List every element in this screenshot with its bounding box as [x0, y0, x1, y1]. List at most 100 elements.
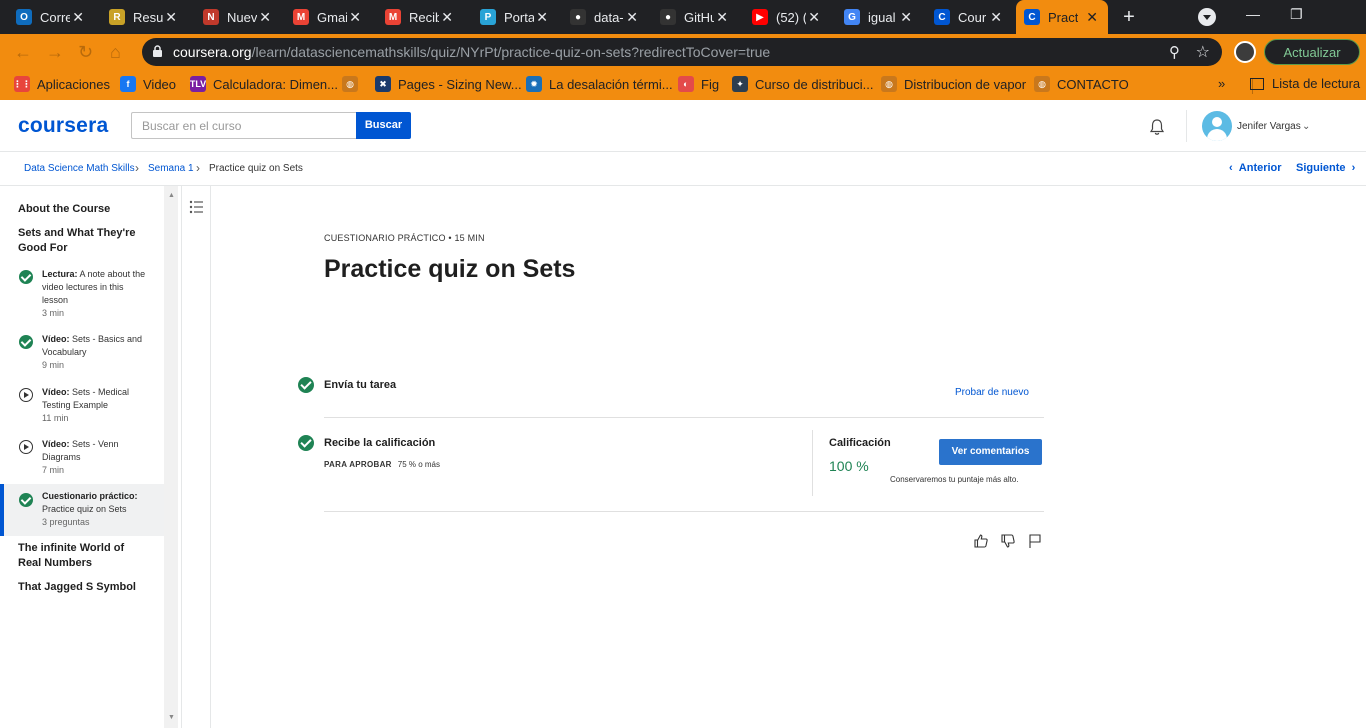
sidebar-scrollbar[interactable]: ▲ ▼: [164, 186, 178, 728]
retry-link[interactable]: Probar de nuevo: [955, 387, 1029, 398]
url-text: coursera.org/learn/datasciencemathskills…: [173, 44, 771, 60]
reload-icon[interactable]: ↻: [78, 42, 93, 63]
scroll-up-icon[interactable]: ▲: [168, 192, 175, 199]
bookmark-item[interactable]: ✦ Curso de distribuci...: [732, 76, 874, 92]
page-scrollbar[interactable]: [1352, 186, 1366, 728]
breadcrumb-week[interactable]: Semana 1: [148, 163, 194, 174]
bookmark-label: Pages - Sizing New...: [398, 76, 522, 92]
sidebar-item-video-venn[interactable]: Vídeo: Sets - Venn Diagrams 7 min: [0, 438, 164, 478]
browser-tab[interactable]: C Practi ✕: [1016, 0, 1108, 34]
sidebar-section-sets[interactable]: Sets and What They're Good For: [18, 226, 148, 256]
user-name[interactable]: Jenifer Vargas: [1237, 121, 1301, 132]
browser-tab[interactable]: M Recib ✕: [377, 0, 463, 34]
browser-tab-strip: O Corre ✕ R Resu ✕ N Nuev ✕ M Gmai ✕ M Recib ✕ P Porta ✕ ●…: [0, 0, 1366, 34]
item-kicker: CUESTIONARIO PRÁCTICO • 15 MIN: [324, 233, 485, 243]
close-tab-icon[interactable]: ✕: [1086, 9, 1098, 26]
user-avatar[interactable]: [1202, 111, 1232, 141]
close-tab-icon[interactable]: ✕: [716, 9, 728, 26]
grade-label: Calificación: [829, 437, 891, 449]
sidebar-item-video-basics[interactable]: Vídeo: Sets - Basics and Vocabulary 9 min: [0, 333, 164, 373]
flag-icon[interactable]: [1027, 533, 1043, 549]
sidebar-item-reading[interactable]: Lectura: A note about the video lectures…: [0, 268, 164, 320]
apps-grid-icon: ⋮⋮: [13, 76, 31, 92]
bookmark-label: Video: [143, 76, 177, 92]
sidebar-item-video-medical[interactable]: Vídeo: Sets - Medical Testing Example 11 …: [0, 386, 164, 426]
browser-tab[interactable]: M Gmai ✕: [285, 0, 371, 34]
close-tab-icon[interactable]: ✕: [900, 9, 912, 26]
coursera-logo[interactable]: coursera: [18, 114, 108, 138]
chevron-down-icon[interactable]: ⌄: [1302, 121, 1310, 132]
browser-tab[interactable]: P Porta ✕: [472, 0, 558, 34]
close-tab-icon[interactable]: ✕: [165, 9, 177, 26]
view-feedback-button[interactable]: Ver comentarios: [939, 439, 1042, 465]
notifications-bell-icon[interactable]: [1148, 118, 1166, 136]
bookmark-item[interactable]: ◐ Fig: [678, 76, 719, 92]
next-item-link[interactable]: Siguiente ›: [1296, 162, 1355, 174]
list-outline-icon[interactable]: [186, 196, 208, 218]
back-arrow-icon[interactable]: ←: [14, 42, 32, 63]
close-tab-icon[interactable]: ✕: [259, 9, 271, 26]
update-button[interactable]: Actualizar: [1264, 39, 1360, 65]
grade-value: 100 %: [829, 458, 869, 474]
bookmark-item[interactable]: TLV Calculadora: Dimen...: [190, 76, 338, 92]
course-icon: ✦: [732, 76, 748, 92]
restore-icon[interactable]: ❐: [1290, 6, 1303, 23]
bookmarks-overflow-button[interactable]: »: [1218, 76, 1225, 91]
browser-tab[interactable]: R Resu ✕: [101, 0, 187, 34]
reading-list-button[interactable]: Lista de lectura: [1250, 76, 1360, 91]
tab-label: Practi: [1048, 9, 1078, 25]
tab-search-button[interactable]: [1198, 8, 1216, 26]
bookmark-star-icon[interactable]: ☆: [1196, 42, 1210, 62]
course-search-input[interactable]: [131, 112, 357, 139]
close-tab-icon[interactable]: ✕: [441, 9, 453, 26]
breadcrumb: Data Science Math Skills › Semana 1 › Pr…: [0, 152, 1366, 186]
thumbs-up-icon[interactable]: [973, 533, 989, 549]
bookmark-item[interactable]: ✖ Pages - Sizing New...: [375, 76, 522, 92]
close-tab-icon[interactable]: ✕: [808, 9, 820, 26]
bookmark-item[interactable]: ◍: [342, 76, 365, 92]
previous-item-link[interactable]: ‹ Anterior: [1229, 162, 1282, 174]
breadcrumb-course[interactable]: Data Science Math Skills: [24, 163, 135, 174]
address-bar[interactable]: coursera.org/learn/datasciencemathskills…: [142, 38, 1222, 66]
sidebar-section-real-numbers[interactable]: The infinite World of Real Numbers: [18, 541, 148, 571]
forward-arrow-icon[interactable]: →: [46, 42, 64, 63]
browser-tab[interactable]: ▶ (52) (✕: [744, 0, 830, 34]
reading-list-icon: [1250, 77, 1264, 90]
browser-tab[interactable]: ● data- ✕: [562, 0, 648, 34]
close-tab-icon[interactable]: ✕: [626, 9, 638, 26]
browser-tab[interactable]: Gigual ✕: [836, 0, 922, 34]
bookmark-label: Aplicaciones: [37, 76, 110, 92]
close-tab-icon[interactable]: ✕: [72, 9, 84, 26]
browser-profile-avatar[interactable]: [1234, 41, 1256, 63]
bookmark-item[interactable]: ✹ La desalación térmi...: [526, 76, 673, 92]
gmail-icon: M: [385, 9, 401, 25]
minimize-icon[interactable]: —: [1246, 6, 1260, 22]
new-tab-button[interactable]: +: [1118, 6, 1140, 28]
tab-label: Recib: [409, 9, 439, 25]
home-icon[interactable]: ⌂: [110, 42, 121, 63]
fig-icon: ◐: [678, 76, 694, 92]
browser-tab[interactable]: ● GitHu ✕: [652, 0, 738, 34]
scroll-down-icon[interactable]: ▼: [168, 714, 175, 721]
sidebar-section-about[interactable]: About the Course: [18, 202, 148, 217]
header-divider: [1186, 110, 1187, 142]
close-tab-icon[interactable]: ✕: [349, 9, 361, 26]
close-tab-icon[interactable]: ✕: [990, 9, 1002, 26]
sidebar-item-practice-quiz[interactable]: Cuestionario práctico: Practice quiz on S…: [0, 484, 164, 536]
close-tab-icon[interactable]: ✕: [536, 9, 548, 26]
sidebar-section-jagged-s[interactable]: That Jagged S Symbol: [18, 580, 148, 595]
bookmark-item[interactable]: f Video: [120, 76, 176, 92]
bookmark-label: Calculadora: Dimen...: [213, 76, 338, 92]
search-button[interactable]: Buscar: [356, 112, 411, 139]
browser-tab[interactable]: O Corre ✕: [8, 0, 94, 34]
pages-icon: ✖: [375, 76, 391, 92]
thumbs-down-icon[interactable]: [1000, 533, 1016, 549]
zoom-icon[interactable]: ⚲: [1169, 43, 1180, 61]
bookmark-item[interactable]: ⋮⋮ Aplicaciones: [13, 76, 110, 92]
bookmark-item[interactable]: ◍ CONTACTO: [1034, 76, 1129, 92]
grade-step-label: Recibe la calificación: [324, 437, 436, 449]
bookmark-item[interactable]: ◍ Distribucion de vapor: [881, 76, 1026, 92]
coursera-icon: C: [1024, 9, 1040, 25]
browser-tab[interactable]: N Nuev ✕: [195, 0, 281, 34]
browser-tab[interactable]: C Cour ✕: [926, 0, 1012, 34]
